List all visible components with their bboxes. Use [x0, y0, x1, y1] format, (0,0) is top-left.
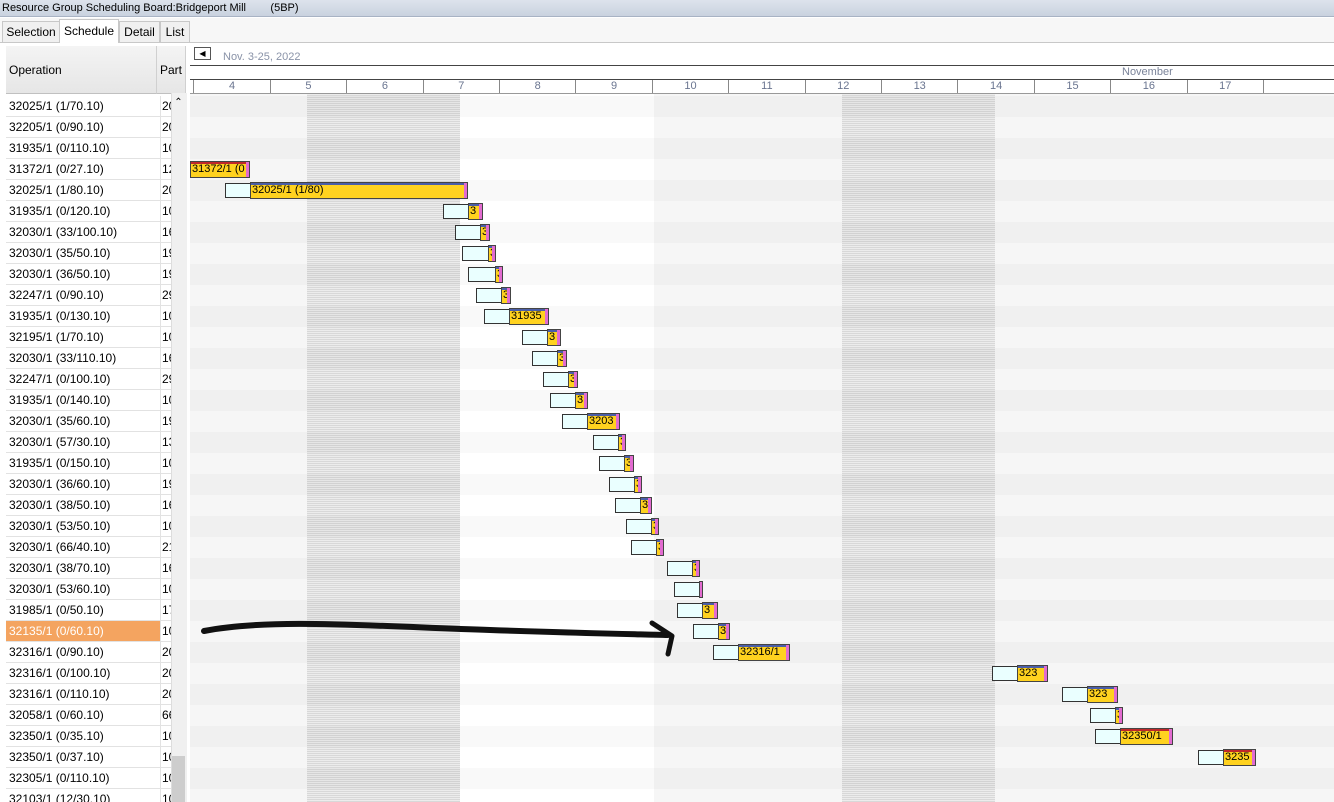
table-row[interactable]: 32030/1 (36/60.10) 19 [6, 474, 186, 495]
tab-list[interactable]: List [160, 21, 190, 42]
table-row[interactable]: 32247/1 (0/100.10) 29 [6, 369, 186, 390]
operation-cell: 32058/1 (0/60.10) [9, 708, 104, 722]
table-row[interactable]: 32205/1 (0/90.10) 20 [6, 117, 186, 138]
window-title: Resource Group Scheduling Board:Bridgepo… [2, 2, 246, 14]
tab-schedule[interactable]: Schedule [59, 19, 119, 43]
schedule-chart: ◀ Nov. 3-25, 2022 November 3456789101112… [190, 46, 1334, 802]
operation-cell: 31935/1 (0/140.10) [9, 393, 111, 407]
operation-column-header[interactable]: Operation [6, 46, 157, 94]
table-row[interactable]: 32030/1 (35/60.10) 19 [6, 411, 186, 432]
annotation-arrow [201, 620, 675, 657]
operation-cell: 32103/1 (12/30.10) [9, 792, 111, 802]
operation-cell: 32030/1 (33/100.10) [9, 225, 118, 239]
operation-cell: 32030/1 (38/70.10) [9, 561, 111, 575]
operation-cell: 32030/1 (53/60.10) [9, 582, 111, 596]
operation-cell: 31372/1 (0/27.10) [9, 162, 104, 176]
operation-cell: 32205/1 (0/90.10) [9, 120, 104, 134]
table-row[interactable]: 32030/1 (36/50.10) 19 [6, 264, 186, 285]
table-row[interactable]: 32030/1 (57/30.10) 13 [6, 432, 186, 453]
operation-cell: 32030/1 (33/110.10) [9, 351, 117, 365]
table-row[interactable]: 31985/1 (0/50.10) 17 [6, 600, 186, 621]
operations-grid: Operation Part 32025/1 (1/70.10) 20 32205/… [6, 46, 186, 802]
table-row[interactable]: 32316/1 (0/110.10) 20 [6, 684, 186, 705]
table-row[interactable]: 32316/1 (0/90.10) 20 [6, 642, 186, 663]
table-row[interactable]: 32025/1 (1/70.10) 20 [6, 96, 186, 117]
tab-detail[interactable]: Detail [119, 21, 160, 42]
table-row[interactable]: 32030/1 (38/50.10) 16 [6, 495, 186, 516]
operation-cell: 32030/1 (66/40.10) [9, 540, 111, 554]
operation-cell: 31935/1 (0/150.10) [9, 456, 111, 470]
operation-cell: 32030/1 (57/30.10) [9, 435, 111, 449]
operation-cell: 32195/1 (1/70.10) [9, 330, 104, 344]
operation-cell: 32247/1 (0/100.10) [9, 372, 111, 386]
scroll-up-icon[interactable]: ⌃ [171, 96, 186, 110]
operation-cell: 32135/1 (0/60.10) [9, 624, 104, 638]
operation-cell: 32030/1 (35/60.10) [9, 414, 111, 428]
table-row[interactable]: 31935/1 (0/140.10) 10 [6, 390, 186, 411]
table-row[interactable]: 32030/1 (33/100.10) 16 [6, 222, 186, 243]
table-row[interactable]: 32030/1 (33/110.10) 16 [6, 348, 186, 369]
part-column-header[interactable]: Part [157, 46, 186, 94]
table-row[interactable]: 31372/1 (0/27.10) 12 [6, 159, 186, 180]
operation-cell: 31985/1 (0/50.10) [9, 603, 104, 617]
window-title-bar: Resource Group Scheduling Board:Bridgepo… [0, 0, 1334, 17]
operation-cell: 31935/1 (0/120.10) [9, 204, 111, 218]
operation-cell: 32030/1 (36/60.10) [9, 477, 111, 491]
operation-cell: 32030/1 (38/50.10) [9, 498, 111, 512]
table-row[interactable]: 32025/1 (1/80.10) 20 [6, 180, 186, 201]
table-row[interactable]: 32058/1 (0/60.10) 66 [6, 705, 186, 726]
table-row[interactable]: 32030/1 (66/40.10) 21 [6, 537, 186, 558]
table-row[interactable]: 32135/1 (0/60.10) 10 [6, 621, 186, 642]
operation-cell: 32350/1 (0/37.10) [9, 750, 104, 764]
tab-strip: Selection Schedule Detail List [0, 18, 1334, 43]
scrollbar-thumb[interactable] [172, 756, 185, 802]
operation-cell: 32305/1 (0/110.10) [9, 771, 110, 785]
operation-cell: 32350/1 (0/35.10) [9, 729, 104, 743]
table-row[interactable]: 32316/1 (0/100.10) 20 [6, 663, 186, 684]
table-row[interactable]: 32350/1 (0/35.10) 10 [6, 726, 186, 747]
operation-cell: 32025/1 (1/80.10) [9, 183, 104, 197]
operation-cell: 32316/1 (0/90.10) [9, 645, 104, 659]
table-row[interactable]: 31935/1 (0/130.10) 10 [6, 306, 186, 327]
table-row[interactable]: 32030/1 (53/50.10) 10 [6, 516, 186, 537]
operation-cell: 32316/1 (0/110.10) [9, 687, 110, 701]
table-row[interactable]: 32247/1 (0/90.10) 29 [6, 285, 186, 306]
operation-cell: 32316/1 (0/100.10) [9, 666, 111, 680]
window-code: (5BP) [270, 2, 299, 14]
table-row[interactable]: 32103/1 (12/30.10) 10 [6, 789, 186, 802]
table-row[interactable]: 31935/1 (0/110.10) 10 [6, 138, 186, 159]
operation-cell: 32025/1 (1/70.10) [9, 99, 104, 113]
table-row[interactable]: 32030/1 (53/60.10) 10 [6, 579, 186, 600]
operation-cell: 32247/1 (0/90.10) [9, 288, 104, 302]
operation-cell: 32030/1 (53/50.10) [9, 519, 111, 533]
operation-cell: 32030/1 (36/50.10) [9, 267, 111, 281]
table-row[interactable]: 32195/1 (1/70.10) 10 [6, 327, 186, 348]
table-row[interactable]: 32350/1 (0/37.10) 10 [6, 747, 186, 768]
operation-cell: 31935/1 (0/110.10) [9, 141, 110, 155]
table-row[interactable]: 32030/1 (38/70.10) 16 [6, 558, 186, 579]
table-row[interactable]: 32030/1 (35/50.10) 19 [6, 243, 186, 264]
table-row[interactable]: 32305/1 (0/110.10) 10 [6, 768, 186, 789]
tab-selection[interactable]: Selection [2, 21, 60, 42]
operation-cell: 31935/1 (0/130.10) [9, 309, 111, 323]
grid-scrollbar[interactable] [171, 93, 187, 802]
operation-cell: 32030/1 (35/50.10) [9, 246, 111, 260]
table-row[interactable]: 31935/1 (0/120.10) 10 [6, 201, 186, 222]
table-row[interactable]: 31935/1 (0/150.10) 10 [6, 453, 186, 474]
